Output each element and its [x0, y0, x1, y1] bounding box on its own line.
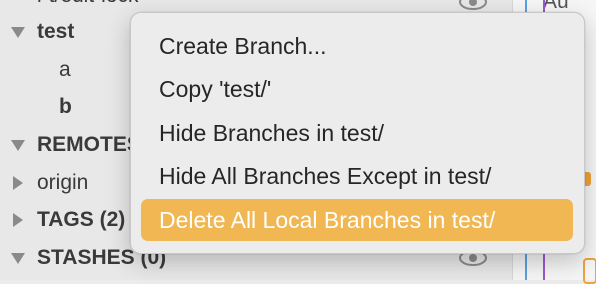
menu-item-create-branch[interactable]: Create Branch...: [141, 25, 573, 67]
sidebar-item-label: b: [59, 95, 72, 118]
triangle-right-icon[interactable]: [13, 176, 23, 190]
sidebar-item-label: a: [59, 58, 71, 81]
menu-item-hide-all-except[interactable]: Hide All Branches Except in test/: [141, 155, 573, 197]
menu-item-label: Hide All Branches Except in test/: [159, 162, 492, 189]
triangle-right-icon[interactable]: [13, 213, 23, 227]
sidebar-item-label: origin: [37, 171, 89, 194]
menu-item-label: Create Branch...: [159, 32, 327, 59]
triangle-down-icon[interactable]: [11, 140, 25, 151]
sidebar-item-partial[interactable]: i-t/edit-lock: [37, 0, 139, 8]
context-menu: Create Branch... Copy 'test/' Hide Branc…: [130, 12, 585, 254]
triangle-down-icon[interactable]: [11, 27, 25, 38]
sidebar-section-label: TAGS (2): [37, 208, 126, 231]
menu-item-copy-name[interactable]: Copy 'test/': [141, 68, 573, 110]
eye-icon[interactable]: [458, 0, 488, 12]
menu-item-label: Delete All Local Branches in test/: [159, 206, 496, 233]
menu-item-delete-local-branches[interactable]: Delete All Local Branches in test/: [141, 199, 573, 241]
triangle-down-icon[interactable]: [11, 253, 25, 264]
menu-item-label: Copy 'test/': [159, 75, 272, 102]
menu-item-label: Hide Branches in test/: [159, 119, 385, 146]
menu-item-hide-branches[interactable]: Hide Branches in test/: [141, 112, 573, 154]
sidebar-section-label: REMOTES: [37, 133, 141, 156]
graph-node[interactable]: [583, 258, 596, 284]
sidebar-item-label: test: [37, 20, 75, 43]
